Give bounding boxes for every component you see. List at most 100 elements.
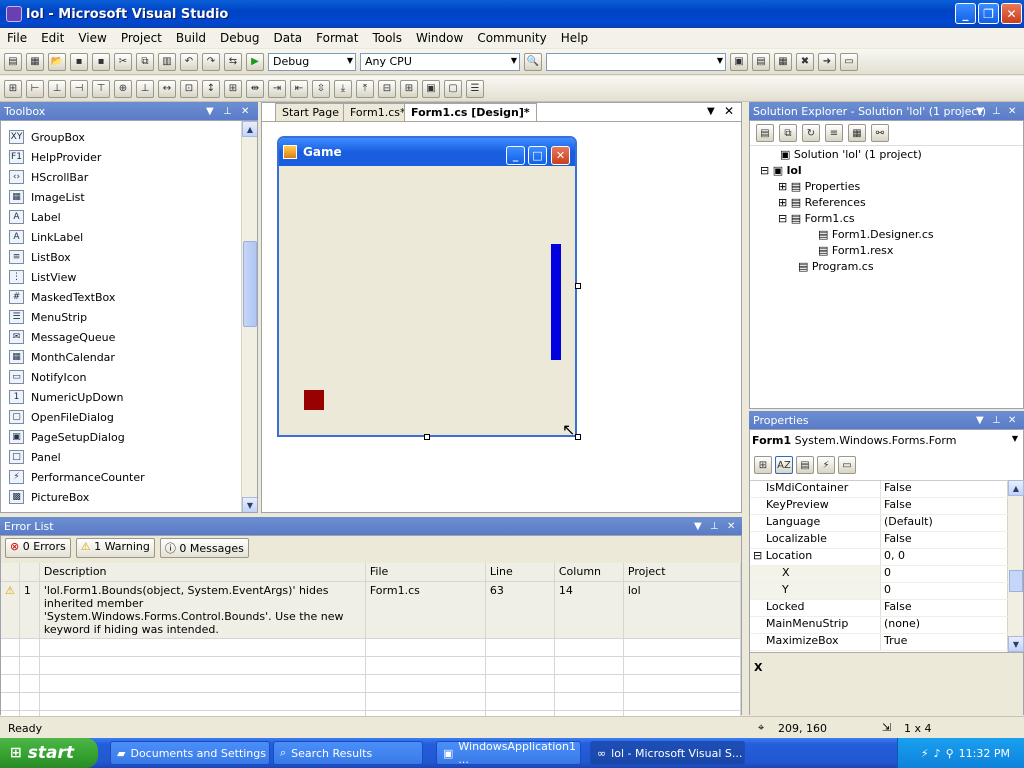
- object-selector[interactable]: Form1 System.Windows.Forms.Form ▼: [752, 434, 1020, 452]
- property-row[interactable]: KeyPreview False: [750, 498, 1008, 515]
- redo-icon[interactable]: ↷: [202, 52, 220, 71]
- property-value[interactable]: False: [881, 600, 912, 616]
- align-right-icon[interactable]: ⊣: [70, 79, 88, 98]
- property-row[interactable]: X0: [750, 566, 1008, 583]
- tab-order-icon[interactable]: ☰: [466, 79, 484, 98]
- col-file[interactable]: File: [365, 563, 486, 582]
- tree-node-solution[interactable]: ▣ Solution 'lol' (1 project): [780, 147, 934, 163]
- hspacing-inc-icon[interactable]: ⇥: [268, 79, 286, 98]
- object-browser-icon[interactable]: ▦: [774, 52, 792, 71]
- tree-node-resx[interactable]: ▤ Form1.resx: [818, 243, 934, 259]
- find-icon[interactable]: 🔍: [524, 52, 542, 71]
- close-icon[interactable]: ✕: [1008, 415, 1016, 426]
- start-page-icon[interactable]: ➜: [818, 52, 836, 71]
- toolbox-item[interactable]: □ Panel: [1, 447, 241, 467]
- security-icon[interactable]: ⚲: [946, 747, 954, 760]
- property-value[interactable]: False: [881, 498, 912, 514]
- scrollbar-thumb[interactable]: [1009, 570, 1023, 592]
- property-row[interactable]: IsMdiContainer False: [750, 481, 1008, 498]
- pin-icon[interactable]: ⊥: [992, 106, 1001, 117]
- property-pages-icon[interactable]: ▭: [838, 456, 856, 474]
- save-all-icon[interactable]: ▪: [92, 52, 110, 71]
- center-v-icon[interactable]: ⊞: [400, 79, 418, 98]
- scroll-down-icon[interactable]: ▼: [242, 497, 257, 512]
- scroll-down-icon[interactable]: ▼: [1008, 636, 1024, 652]
- menu-debug[interactable]: Debug: [213, 31, 266, 45]
- volume-icon[interactable]: ♪: [934, 747, 941, 760]
- chevron-down-icon[interactable]: ▼: [206, 106, 214, 117]
- align-middle-icon[interactable]: ⊕: [114, 79, 132, 98]
- property-value[interactable]: (Default): [881, 515, 933, 531]
- property-value[interactable]: 0: [881, 583, 891, 599]
- clock[interactable]: 11:32 PM: [959, 747, 1010, 760]
- toolbox-item[interactable]: ▢ OpenFileDialog: [1, 407, 241, 427]
- warnings-filter-button[interactable]: ⚠ 1 Warning: [75, 538, 155, 558]
- align-center-icon[interactable]: ⊥: [48, 79, 66, 98]
- hspacing-icon[interactable]: ⇹: [246, 79, 264, 98]
- add-item-icon[interactable]: ▦: [26, 52, 44, 71]
- pin-icon[interactable]: ⊥: [710, 521, 719, 532]
- toolbox-item[interactable]: ▦ MonthCalendar: [1, 347, 241, 367]
- col-column[interactable]: Column: [554, 563, 624, 582]
- toolbox-item[interactable]: ‹› HScrollBar: [1, 167, 241, 187]
- find-combo[interactable]: ▼: [546, 52, 726, 71]
- game-form[interactable]: Game _ □ ✕: [277, 136, 577, 437]
- resize-handle-corner[interactable]: [575, 434, 581, 440]
- network-icon[interactable]: ⚡: [921, 747, 929, 760]
- task-search[interactable]: ⌕ Search Results: [273, 741, 423, 765]
- vspacing-dec-icon[interactable]: ⤒: [356, 79, 374, 98]
- task-visual-studio[interactable]: ∞ lol - Microsoft Visual S...: [590, 741, 745, 765]
- title-bar[interactable]: lol - Microsoft Visual Studio _ ❐ ✕: [0, 0, 1024, 28]
- menu-window[interactable]: Window: [409, 31, 470, 45]
- menu-format[interactable]: Format: [309, 31, 365, 45]
- cut-icon[interactable]: ✂: [114, 52, 132, 71]
- restore-button[interactable]: ❐: [978, 3, 999, 24]
- menu-tools[interactable]: Tools: [365, 31, 409, 45]
- vspacing-inc-icon[interactable]: ⤓: [334, 79, 352, 98]
- tab-start-page[interactable]: Start Page: [275, 103, 346, 121]
- menu-build[interactable]: Build: [169, 31, 213, 45]
- start-button[interactable]: ⊞ start: [0, 738, 98, 768]
- property-row[interactable]: Language (Default): [750, 515, 1008, 532]
- properties-view-icon[interactable]: ▤: [796, 456, 814, 474]
- property-value[interactable]: 0: [881, 566, 891, 582]
- configuration-combo[interactable]: Debug ▼: [268, 52, 356, 71]
- toolbox-item[interactable]: # MaskedTextBox: [1, 287, 241, 307]
- align-grid-icon[interactable]: ⊞: [4, 79, 22, 98]
- undo-icon[interactable]: ↶: [180, 52, 198, 71]
- properties-icon[interactable]: ▤: [752, 52, 770, 71]
- menu-edit[interactable]: Edit: [34, 31, 71, 45]
- platform-combo[interactable]: Any CPU ▼: [360, 52, 520, 71]
- tab-form1-code[interactable]: Form1.cs*: [343, 103, 413, 121]
- menu-view[interactable]: View: [71, 31, 113, 45]
- close-icon[interactable]: ✕: [1008, 106, 1016, 117]
- tree-node-references[interactable]: ⊞ ▤ References: [778, 195, 934, 211]
- start-debug-icon[interactable]: ▶: [246, 52, 264, 71]
- align-left-icon[interactable]: ⊢: [26, 79, 44, 98]
- property-row[interactable]: MainMenuStrip (none): [750, 617, 1008, 634]
- tree-node-designer[interactable]: ▤ Form1.Designer.cs: [818, 227, 934, 243]
- solution-explorer-header[interactable]: Solution Explorer - Solution 'lol' (1 pr…: [749, 102, 1024, 120]
- same-size-icon[interactable]: ⊞: [224, 79, 242, 98]
- toolbox-item[interactable]: ▣ PageSetupDialog: [1, 427, 241, 447]
- toolbox-item[interactable]: ▦ ImageList: [1, 187, 241, 207]
- col-number[interactable]: [19, 563, 40, 582]
- toolbox-item[interactable]: ▭ NotifyIcon: [1, 367, 241, 387]
- pin-icon[interactable]: ⊥: [223, 106, 232, 117]
- properties-icon[interactable]: ▤: [756, 124, 774, 142]
- align-top-icon[interactable]: ⊤: [92, 79, 110, 98]
- toolbox-item[interactable]: ≡ ListBox: [1, 247, 241, 267]
- scroll-up-icon[interactable]: ▲: [1008, 480, 1024, 496]
- menu-help[interactable]: Help: [554, 31, 595, 45]
- property-value[interactable]: False: [881, 532, 912, 548]
- tree-node-program[interactable]: ▤ Program.cs: [798, 259, 934, 275]
- property-value[interactable]: 0, 0: [881, 549, 905, 565]
- collapse-icon[interactable]: ⊟: [753, 549, 766, 562]
- close-icon[interactable]: ✕: [241, 106, 249, 117]
- hspacing-dec-icon[interactable]: ⇤: [290, 79, 308, 98]
- scrollbar-thumb[interactable]: [243, 241, 257, 327]
- same-width-icon[interactable]: ↔: [158, 79, 176, 98]
- toolbox-item[interactable]: A LinkLabel: [1, 227, 241, 247]
- toolbox-item[interactable]: ⋮ ListView: [1, 267, 241, 287]
- save-icon[interactable]: ▪: [70, 52, 88, 71]
